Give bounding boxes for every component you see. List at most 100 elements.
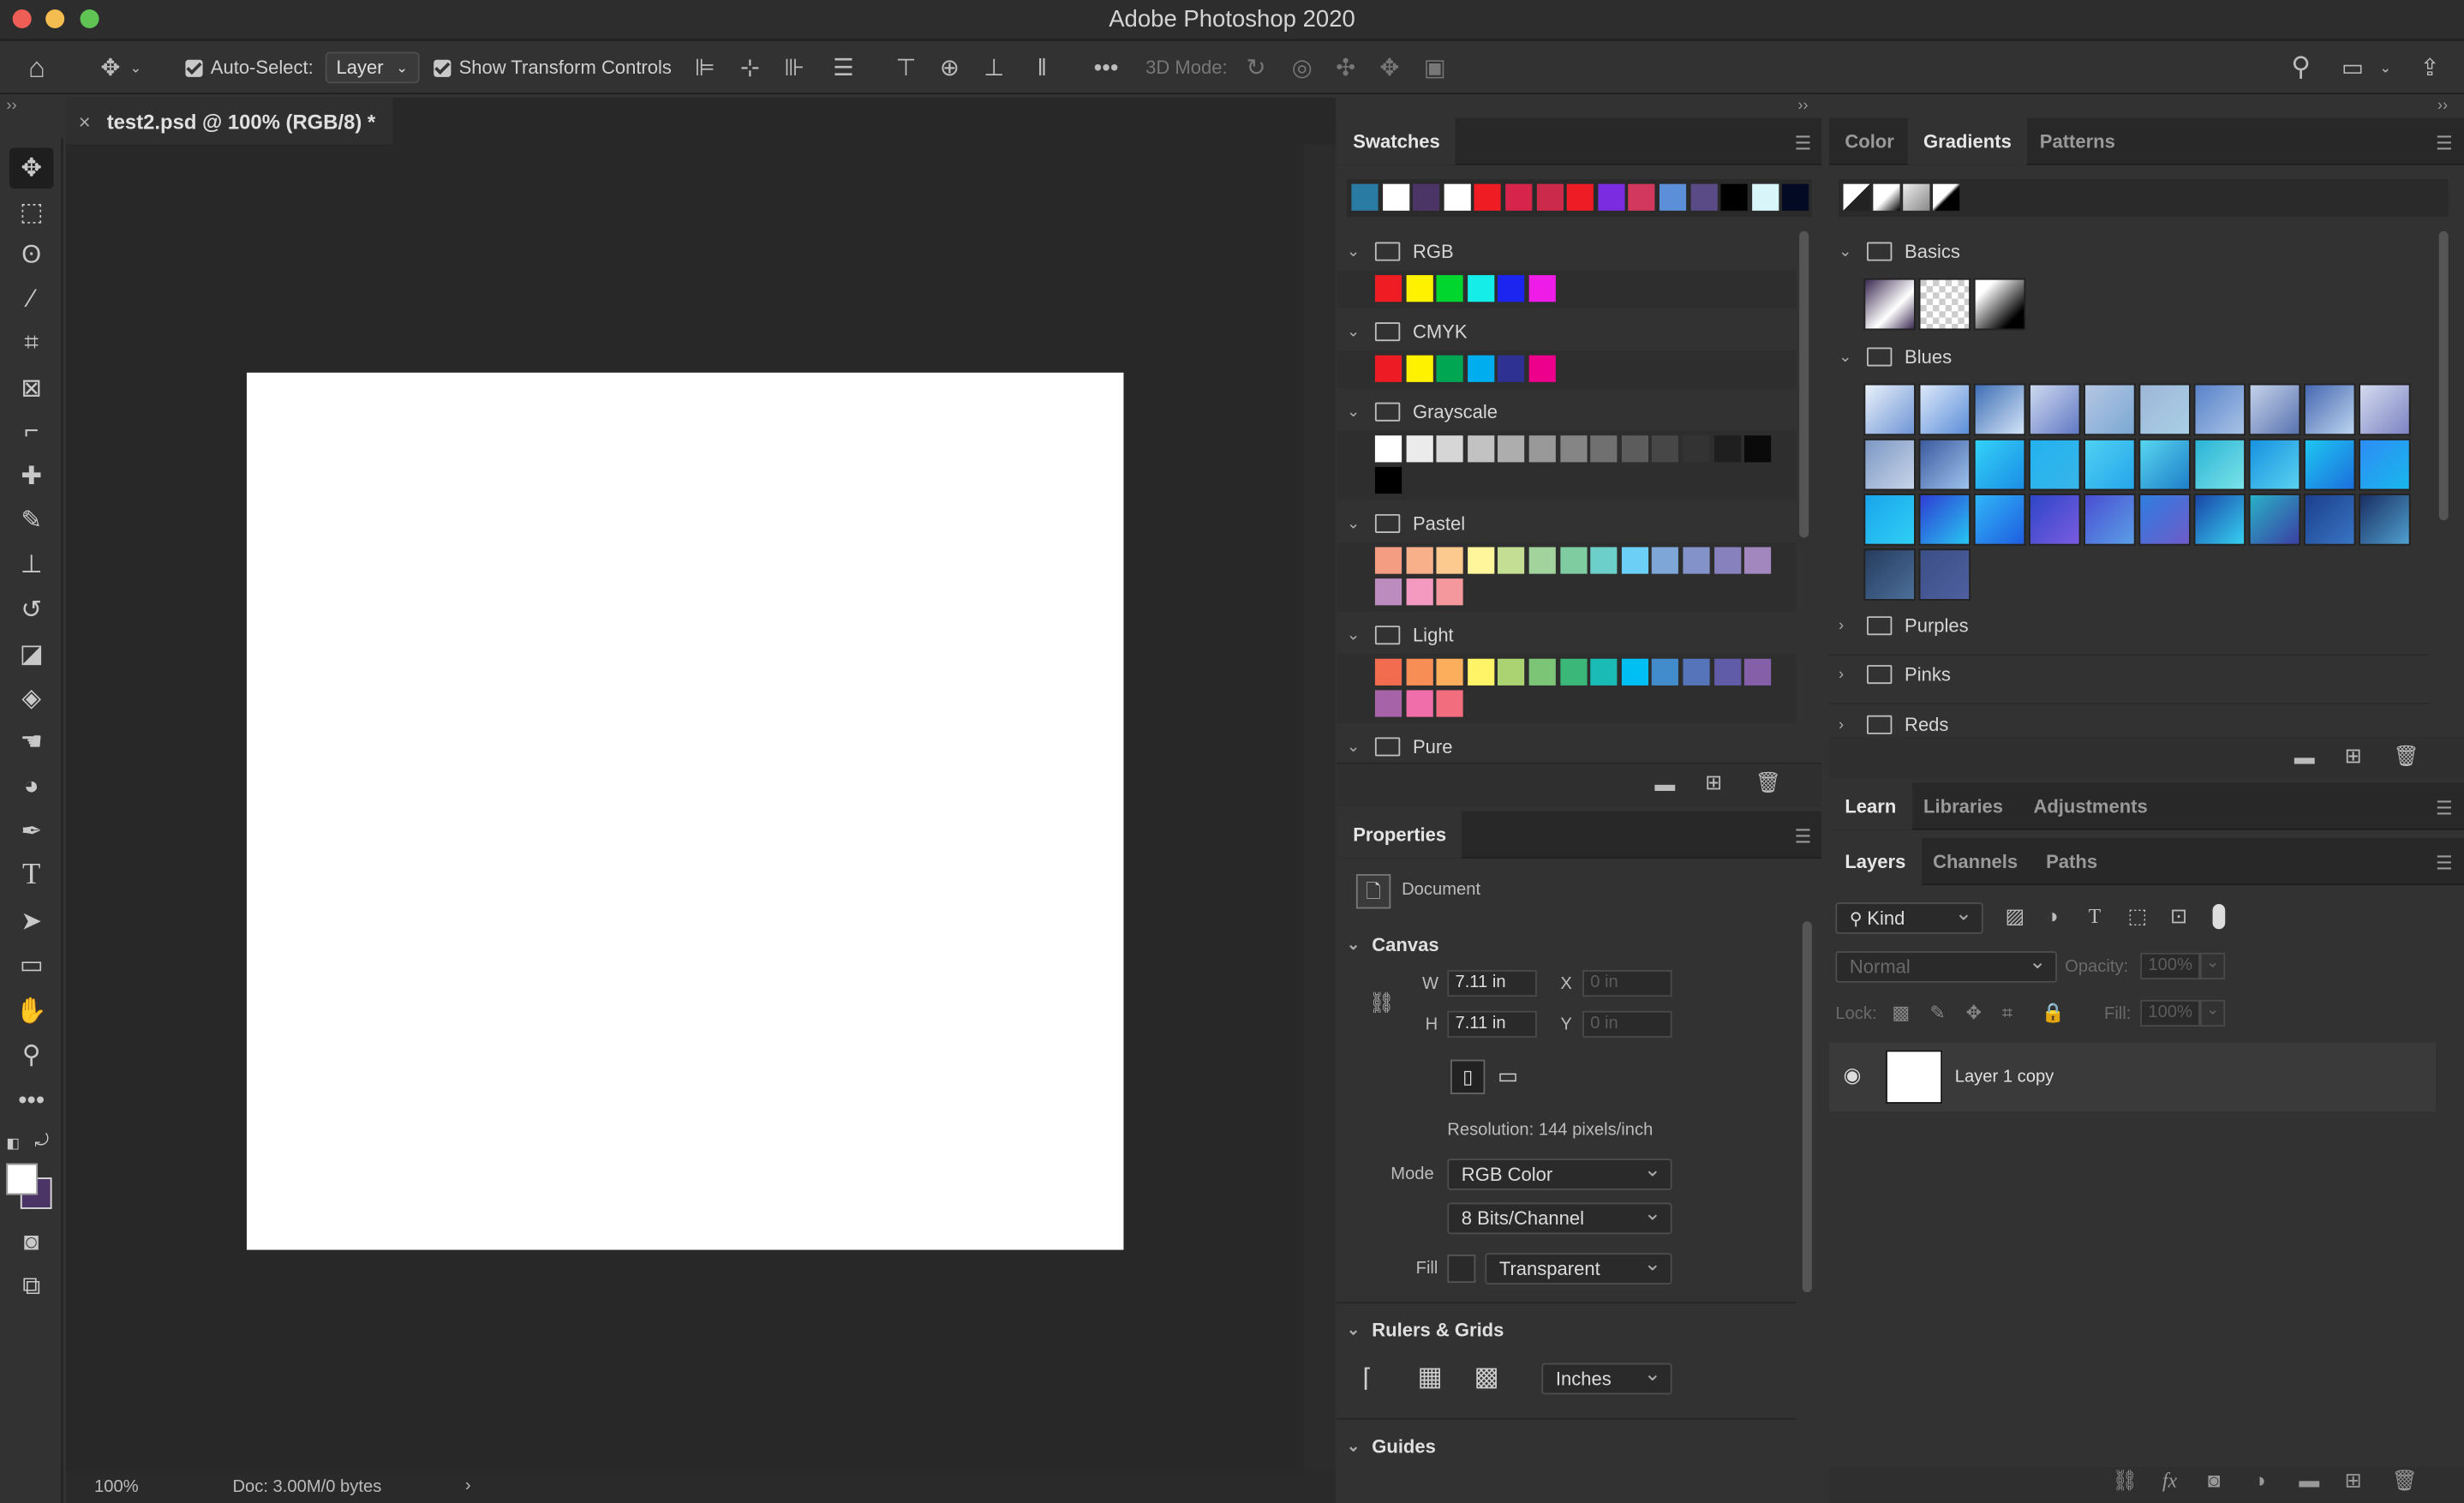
default-colors-icon[interactable]: ◧ [6,1135,20,1153]
share-icon[interactable]: ⇪ [2420,41,2440,94]
swatch[interactable] [1590,547,1618,574]
distribute-icon[interactable]: ☰ [833,41,854,94]
swatch[interactable] [1498,435,1525,463]
new-layer-icon[interactable]: ⊞ [2345,1469,2362,1494]
crop-tool-icon[interactable]: ⌗ [9,324,53,365]
swatch[interactable] [1436,690,1463,717]
history-brush-tool-icon[interactable]: ↺ [9,590,53,631]
status-menu-icon[interactable]: › [465,1476,471,1495]
gradient-swatch[interactable] [1863,278,1916,331]
swatch[interactable] [1436,658,1463,686]
healing-brush-tool-icon[interactable]: ✚ [9,456,53,497]
layer-name[interactable]: Layer 1 copy [1955,1068,2054,1087]
swatch-group-header[interactable]: ⌄ CMYK [1347,316,1797,348]
filter-toggle-icon[interactable] [2212,903,2226,930]
gradient-swatch[interactable] [1918,494,1971,546]
gradient-swatch[interactable] [2248,494,2301,546]
foreground-color-swatch[interactable] [6,1163,39,1195]
swatch[interactable] [1467,658,1494,686]
gradient-swatch[interactable] [2138,494,2191,546]
gradient-swatch[interactable] [1918,548,1971,601]
align-bottom-icon[interactable]: ⊥ [984,41,1004,94]
gradient-swatch[interactable] [1918,438,1971,491]
swatch[interactable] [1374,690,1402,717]
brush-tool-icon[interactable]: ✎ [9,500,53,541]
gradient-group-header[interactable]: › Reds [1839,709,2430,737]
zoom-level[interactable]: 100% [94,1478,139,1497]
y-input[interactable]: 0 in [1582,1010,1672,1038]
swatch[interactable] [1744,547,1772,574]
gradient-swatch[interactable] [2303,494,2356,546]
paint-bucket-tool-icon[interactable]: ◈ [9,678,53,719]
gradient-swatch[interactable] [2138,383,2191,436]
document-tab[interactable]: × test2.psd @ 100% (RGB/8) * [66,97,393,145]
gradient-group-header[interactable]: › Pinks [1839,659,2430,691]
tab-libraries[interactable]: Libraries [1908,783,2019,830]
3d-orbit-icon[interactable]: ↻ [1247,41,1266,94]
swatch[interactable] [1467,547,1494,574]
gradient-swatch[interactable] [1973,438,2026,491]
new-swatch-group-icon[interactable]: ▬ [1654,772,1675,796]
link-layers-icon[interactable]: ⛓ [2112,1469,2138,1494]
swatch[interactable] [1559,658,1587,686]
swatch[interactable] [1590,435,1618,463]
swatch-group-header[interactable]: ⌄ Pastel [1347,508,1797,540]
swatch[interactable] [1621,547,1648,574]
frame-tool-icon[interactable]: ⊠ [9,368,53,409]
blend-mode-select[interactable]: Normal [1835,949,2057,983]
auto-select-dropdown[interactable]: Layer ⌄ [325,51,419,84]
bit-depth-select[interactable]: 8 Bits/Channel [1447,1201,1672,1235]
swatch[interactable] [1467,355,1494,382]
swatch[interactable] [1405,355,1433,382]
swatch[interactable] [1374,466,1402,494]
gradient-swatch[interactable] [2359,438,2411,491]
type-tool-icon[interactable]: T [9,855,53,896]
grid-icon[interactable]: ▦ [1417,1362,1442,1393]
swatch[interactable] [1528,355,1556,382]
swatch[interactable] [1621,658,1648,686]
swatch[interactable] [1713,435,1741,463]
swatch[interactable] [1467,435,1494,463]
layer-style-fx-icon[interactable]: fx [2162,1469,2177,1494]
gradient-swatch[interactable] [1863,494,1916,546]
opacity-dropdown-icon[interactable]: ⌄ [2199,952,2226,980]
toolbar-collapse-icon[interactable]: ›› [6,98,16,115]
gradient-swatch[interactable] [1918,278,1971,331]
smudge-tool-icon[interactable]: ☚ [9,722,53,763]
units-select[interactable]: Inches [1541,1362,1672,1395]
width-input[interactable]: 7.11 in [1447,970,1537,997]
gradient-swatch[interactable] [2084,383,2136,436]
gradient-swatch[interactable] [1973,278,2026,331]
align-vcenter-icon[interactable]: ⊕ [940,41,960,94]
3d-slide-icon[interactable]: ✥ [1379,41,1399,94]
magic-wand-tool-icon[interactable]: ⁄ [9,280,53,321]
new-swatch-icon[interactable]: ⊞ [1705,770,1722,795]
eyedropper-tool-icon[interactable]: ⌐ [9,412,53,453]
pixel-grid-icon[interactable]: ▩ [1474,1362,1498,1393]
swatch[interactable] [1374,435,1402,463]
gradient-swatch[interactable] [2193,438,2246,491]
path-selection-tool-icon[interactable]: ➤ [9,901,53,942]
layer-fill-input[interactable]: 100% [2140,999,2200,1027]
gradient-swatch[interactable] [2028,438,2081,491]
tab-layers[interactable]: Layers [1829,837,1922,885]
tab-properties[interactable]: Properties [1337,811,1462,859]
swatch[interactable] [1436,435,1463,463]
gradient-group-header[interactable]: ⌄ Basics [1839,236,2430,267]
fill-select[interactable]: Transparent [1485,1251,1672,1284]
swatch[interactable] [1436,578,1463,606]
3d-drag-icon[interactable]: ✣ [1336,41,1355,94]
swatch[interactable] [1405,690,1433,717]
edit-toolbar-icon[interactable]: ••• [9,1081,53,1123]
document-canvas[interactable] [246,372,1124,1250]
portrait-orientation-icon[interactable]: ▯ [1450,1059,1486,1094]
swatch-group-header[interactable]: ⌄ Pure [1347,731,1797,763]
lasso-tool-icon[interactable]: ʘ [9,236,53,277]
hand-tool-icon[interactable]: ✋ [9,991,53,1032]
properties-menu-icon[interactable]: ☰ [1795,825,1812,847]
align-top-icon[interactable]: ⊤ [895,41,916,94]
swatch[interactable] [1374,275,1402,302]
lock-pixels-icon[interactable]: ✎ [1929,1002,1945,1024]
swatch[interactable] [1652,547,1679,574]
height-input[interactable]: 7.11 in [1447,1010,1537,1038]
